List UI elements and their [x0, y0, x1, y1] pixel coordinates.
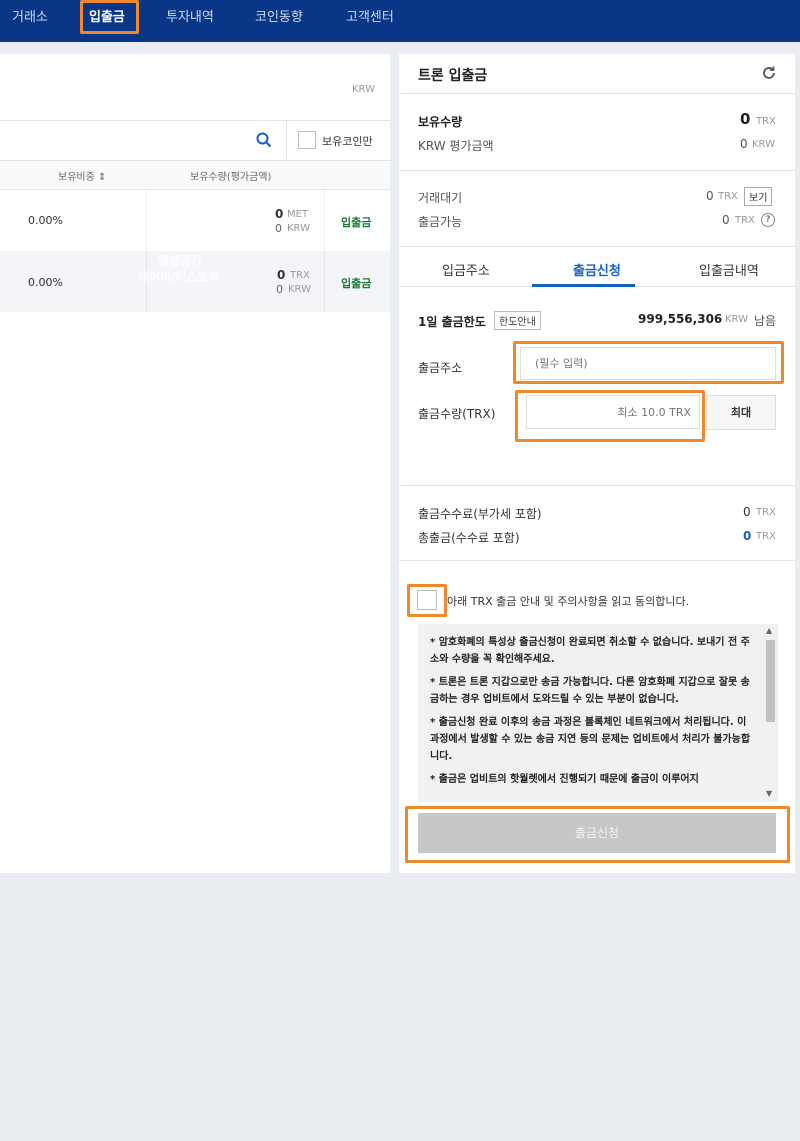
- row-action-link[interactable]: 입출금: [341, 214, 371, 230]
- amount-label: 출금수량(TRX): [418, 407, 496, 421]
- row-krw: 0: [276, 283, 283, 296]
- nav-item-coin-trends[interactable]: 코인동향: [255, 6, 303, 25]
- scroll-thumb[interactable]: [766, 640, 775, 722]
- address-input[interactable]: [520, 347, 776, 380]
- top-nav: 거래소 입출금 투자내역 코인동향 고객센터: [0, 0, 800, 42]
- holding-unit: TRX: [756, 116, 776, 127]
- limit-suffix: 남음: [754, 314, 777, 328]
- fee-value: 0: [743, 505, 751, 519]
- withdrawable-unit: TRX: [735, 215, 755, 226]
- scroll-down-icon[interactable]: ▼: [766, 789, 772, 798]
- total-unit: TRX: [756, 531, 776, 542]
- notice-item: * 출금신청 완료 이후의 송금 과정은 블록체인 네트워크에서 처리됩니다. …: [430, 717, 751, 762]
- panel-title: 트론 입출금: [418, 68, 488, 84]
- notice-item: * 출금은 업비트의 핫월렛에서 진행되기 때문에 출금이 이루어지: [430, 774, 699, 785]
- pending-value: 0: [706, 189, 714, 203]
- watermark-line-1: 영상공간: [158, 254, 203, 268]
- limit-info-button[interactable]: 한도안내: [494, 311, 541, 330]
- divider: [399, 170, 795, 171]
- divider: [324, 251, 325, 312]
- divider: [399, 246, 795, 247]
- scroll-up-icon[interactable]: ▲: [766, 626, 772, 635]
- row-qty-unit: MET: [287, 209, 309, 220]
- row-qty-unit: TRX: [290, 270, 310, 281]
- limit-label: 1일 출금한도: [418, 315, 486, 329]
- submit-withdraw-button[interactable]: 출금신청: [418, 813, 776, 853]
- notice-item: * 트론은 트론 지갑으로만 송금 가능합니다. 다른 암호화폐 지갑으로 잘못…: [430, 677, 750, 705]
- view-button[interactable]: 보기: [744, 187, 773, 206]
- column-amount: 보유수량(평가금액): [190, 172, 272, 183]
- nav-item-deposit-withdraw[interactable]: 입출금: [89, 6, 125, 25]
- divider: [399, 560, 795, 561]
- pending-label: 거래대기: [418, 191, 463, 205]
- pending-unit: TRX: [718, 191, 738, 202]
- owned-only-checkbox[interactable]: [298, 131, 316, 149]
- krw-eval-value: 0: [740, 137, 748, 151]
- tab-history[interactable]: 입출금내역: [699, 260, 759, 279]
- total-label: 총출금(수수료 포함): [418, 531, 520, 545]
- tab-active-indicator: [532, 284, 635, 287]
- krw-eval-label: KRW 평가금액: [418, 139, 494, 153]
- divider: [0, 120, 390, 121]
- nav-item-support[interactable]: 고객센터: [346, 6, 394, 25]
- address-label: 출금주소: [418, 361, 463, 375]
- tab-deposit-address[interactable]: 입금주소: [442, 260, 490, 279]
- row-ratio: 0.00%: [28, 276, 63, 289]
- total-unit: KRW: [352, 84, 375, 95]
- owned-only-label: 보유코인만: [322, 135, 373, 148]
- holding-value: 0: [740, 110, 751, 128]
- amount-input[interactable]: [526, 395, 700, 429]
- limit-unit: KRW: [725, 314, 748, 325]
- limit-value: 999,556,306: [638, 312, 723, 326]
- divider: [146, 190, 147, 250]
- divider: [324, 190, 325, 250]
- row-krw-unit: KRW: [288, 284, 311, 295]
- divider: [286, 121, 287, 159]
- nav-item-investments[interactable]: 투자내역: [166, 6, 214, 25]
- row-qty: 0: [277, 268, 286, 282]
- withdrawable-value: 0: [722, 213, 730, 227]
- column-ratio[interactable]: 보유비중 ⇕: [58, 168, 106, 183]
- max-button[interactable]: 최대: [706, 395, 776, 430]
- row-krw-unit: KRW: [287, 223, 310, 234]
- help-icon[interactable]: ?: [761, 213, 775, 227]
- row-qty: 0: [275, 207, 284, 221]
- search-icon[interactable]: [256, 132, 272, 151]
- row-action-link[interactable]: 입출금: [341, 275, 371, 291]
- krw-eval-unit: KRW: [752, 139, 775, 150]
- refresh-icon[interactable]: [761, 65, 777, 81]
- notice-item: * 암호화폐의 특성상 출금신청이 완료되면 취소할 수 없습니다. 보내기 전…: [430, 637, 750, 665]
- divider: [399, 485, 795, 486]
- row-ratio: 0.00%: [28, 214, 63, 227]
- holding-label: 보유수량: [418, 115, 463, 129]
- agree-text: 아래 TRX 출금 안내 및 주의사항을 읽고 동의합니다.: [447, 595, 690, 608]
- withdrawable-label: 출금가능: [418, 215, 463, 229]
- fee-unit: TRX: [756, 507, 776, 518]
- tab-withdraw-request[interactable]: 출금신청: [573, 260, 621, 279]
- watermark-line-2: 네이버/티스토리: [138, 270, 220, 284]
- fee-label: 출금수수료(부가세 포함): [418, 507, 542, 521]
- nav-item-exchange[interactable]: 거래소: [12, 6, 48, 25]
- notice-box[interactable]: * 암호화폐의 특성상 출금신청이 완료되면 취소할 수 없습니다. 보내기 전…: [418, 624, 778, 802]
- divider: [399, 93, 795, 94]
- row-krw: 0: [275, 222, 282, 235]
- agree-checkbox[interactable]: [417, 590, 437, 610]
- notice-scrollbar[interactable]: ▲ ▼: [763, 624, 778, 802]
- total-value: 0: [743, 529, 752, 543]
